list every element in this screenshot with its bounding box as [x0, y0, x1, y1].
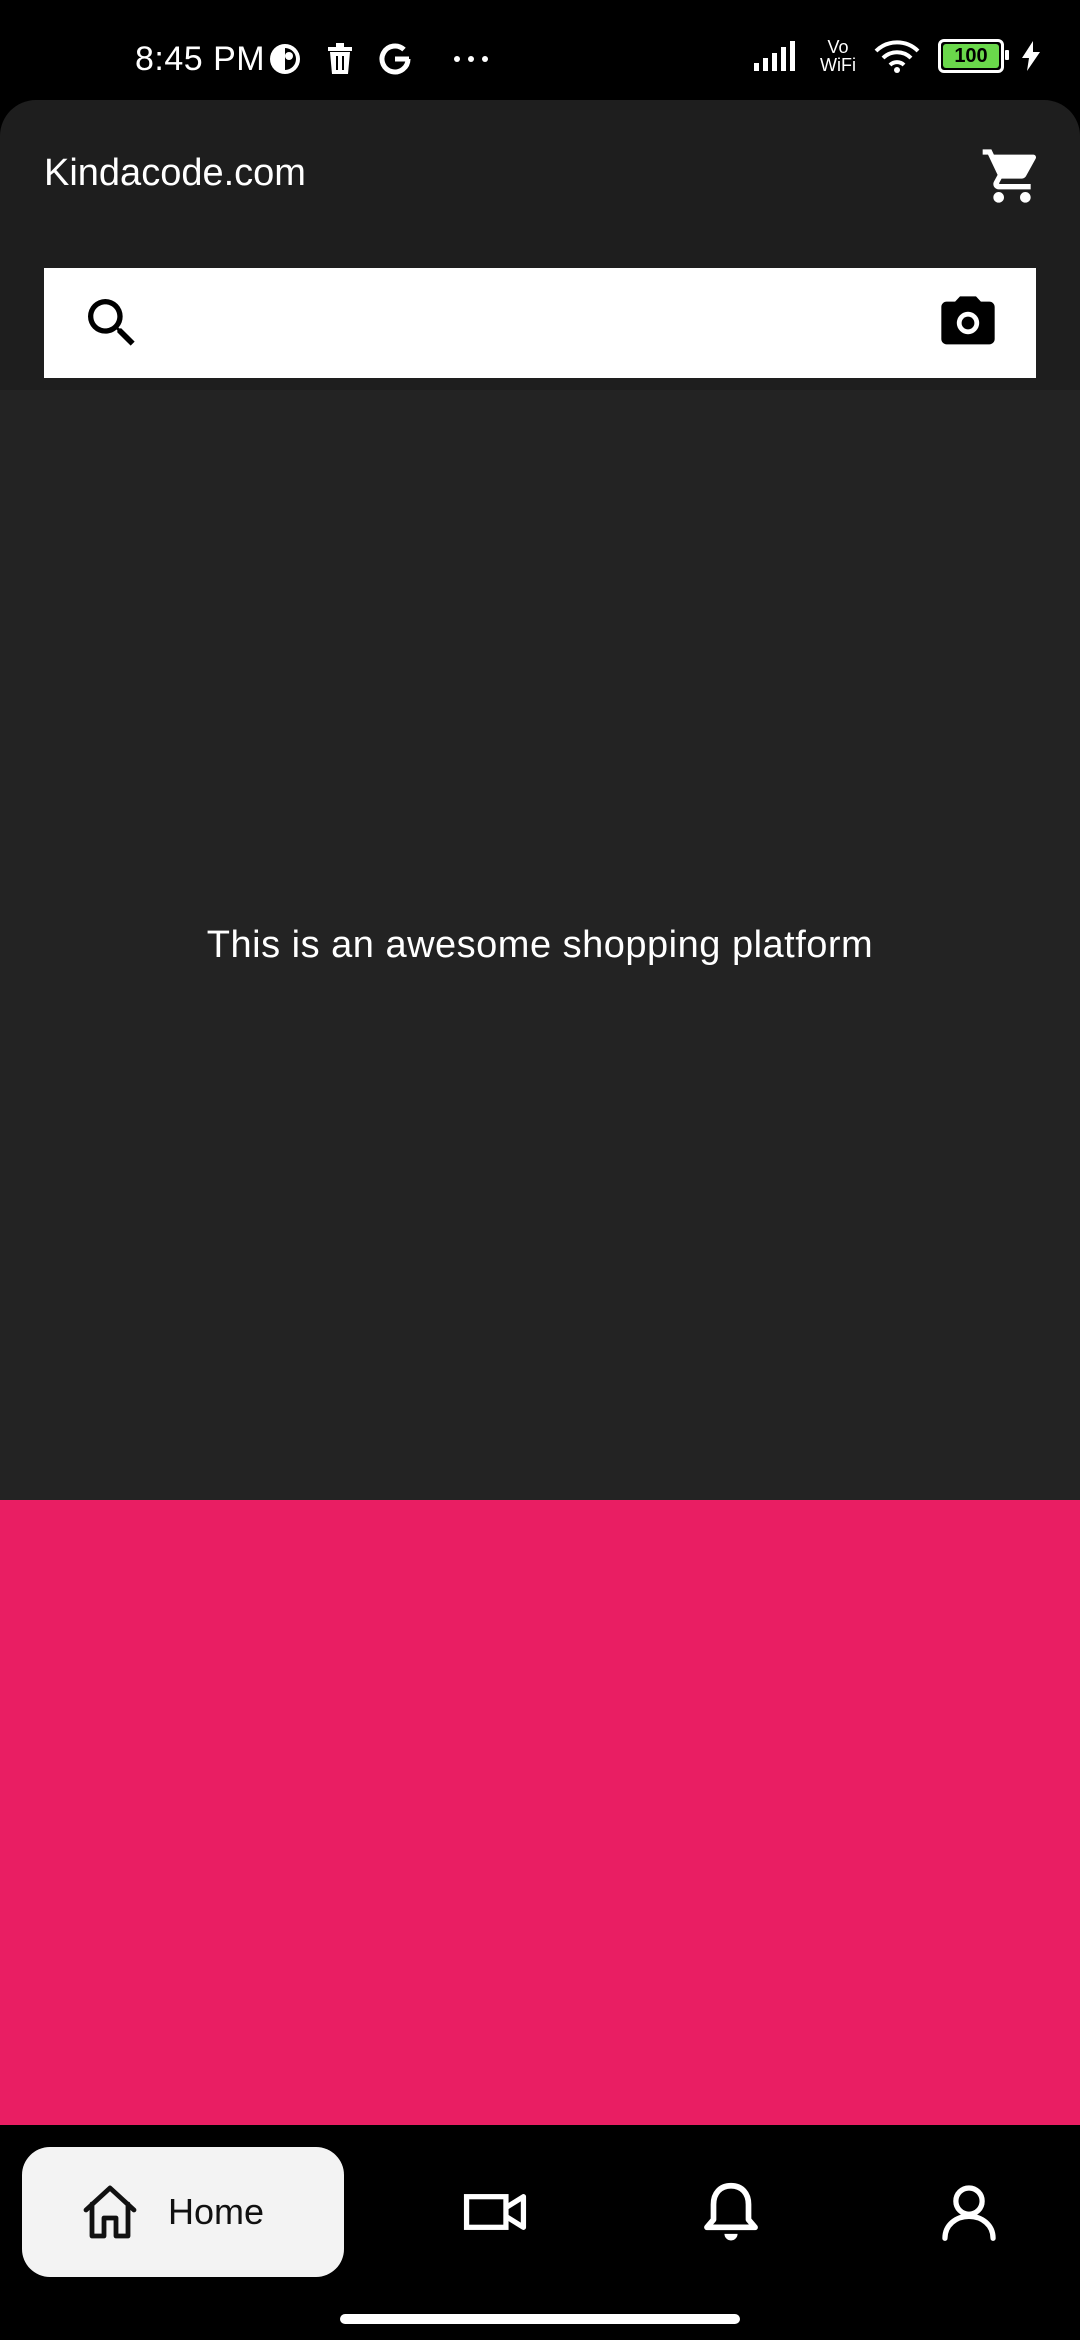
- app-title: Kindacode.com: [44, 152, 306, 194]
- google-icon: [379, 43, 411, 75]
- app-icon: [270, 44, 300, 74]
- search-input[interactable]: [144, 303, 936, 343]
- status-time: 8:45 PM: [135, 40, 266, 78]
- search-bar[interactable]: [44, 268, 1036, 378]
- status-right-icons: Vo WiFi 100: [754, 38, 1040, 74]
- trash-icon: [328, 43, 352, 74]
- main-message: This is an awesome shopping platform: [206, 923, 874, 966]
- vowifi-vo: Vo: [827, 37, 849, 57]
- home-indicator[interactable]: [340, 2314, 740, 2324]
- camera-icon[interactable]: [936, 291, 1000, 355]
- status-left-icons: [268, 42, 488, 76]
- wifi-icon: [874, 40, 920, 73]
- pink-banner: [0, 1500, 1080, 2125]
- status-bar: 8:45 PM Vo WiFi 100: [0, 0, 1080, 100]
- bell-icon[interactable]: [696, 2177, 766, 2247]
- main-content: This is an awesome shopping platform: [0, 390, 1080, 1500]
- nav-item-home[interactable]: Home: [22, 2147, 344, 2277]
- app-header: Kindacode.com: [0, 100, 1080, 390]
- video-icon[interactable]: [460, 2177, 530, 2247]
- vowifi-label: WiFi: [820, 55, 856, 75]
- profile-icon[interactable]: [934, 2177, 1004, 2247]
- cart-icon[interactable]: [980, 144, 1044, 208]
- nav-home-label: Home: [168, 2191, 265, 2232]
- vowifi-indicator: Vo WiFi: [820, 38, 856, 74]
- battery-level: 100: [954, 44, 988, 67]
- charging-icon: [1022, 41, 1040, 71]
- search-icon[interactable]: [80, 291, 144, 355]
- signal-icon: [754, 41, 796, 71]
- battery-icon: 100: [938, 39, 1009, 73]
- bottom-nav: Home: [0, 2125, 1080, 2340]
- more-dots-icon: [454, 56, 488, 62]
- home-icon: [83, 2185, 137, 2239]
